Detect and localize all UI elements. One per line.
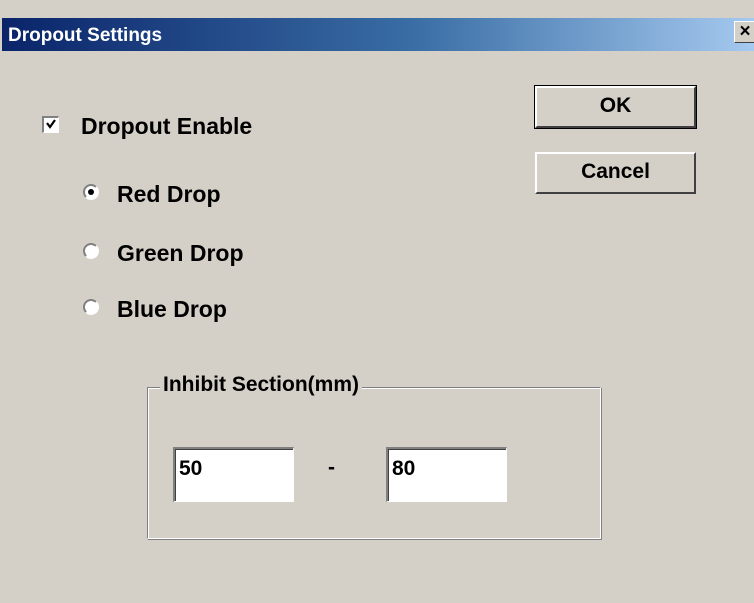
blue-drop-radio[interactable] [83, 299, 99, 315]
blue-drop-label[interactable]: Blue Drop [117, 296, 227, 323]
dropout-settings-dialog: Dropout Settings × Dropout Enable Red Dr… [0, 0, 754, 603]
inhibit-from-field[interactable]: 50 [173, 447, 294, 502]
radio-selected-dot [88, 189, 94, 195]
ok-button[interactable]: OK [534, 85, 697, 129]
window-top-edge [2, 0, 754, 18]
range-separator: - [328, 456, 335, 479]
inhibit-to-field[interactable]: 80 [386, 447, 507, 502]
checkmark-icon [46, 119, 56, 129]
inhibit-section-legend: Inhibit Section(mm) [160, 373, 362, 397]
red-drop-label[interactable]: Red Drop [117, 181, 221, 208]
close-button[interactable]: × [734, 21, 754, 43]
dialog-title: Dropout Settings [8, 25, 163, 46]
red-drop-radio[interactable] [83, 184, 99, 200]
green-drop-label[interactable]: Green Drop [117, 240, 244, 267]
dropout-enable-checkbox[interactable] [42, 116, 59, 133]
green-drop-radio[interactable] [83, 243, 99, 259]
cancel-button[interactable]: Cancel [535, 152, 696, 194]
title-bar[interactable]: Dropout Settings [2, 18, 754, 51]
close-icon: × [739, 21, 751, 42]
dropout-enable-label[interactable]: Dropout Enable [81, 113, 252, 140]
